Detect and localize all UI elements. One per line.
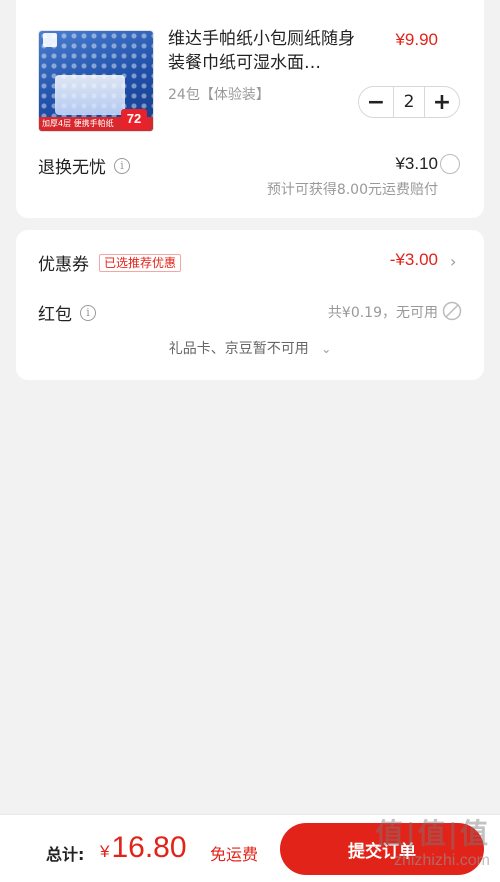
chevron-right-icon[interactable]: › [450, 254, 460, 270]
quantity-stepper: − 2 + [358, 86, 460, 118]
product-spec: 24包【体验装】 [168, 87, 270, 103]
info-icon[interactable]: i [80, 304, 96, 321]
info-icon[interactable]: i [114, 157, 130, 174]
thumbnail-count-badge: 72 [121, 109, 147, 129]
gift-card-row[interactable]: 礼品卡、京豆暂不可用 ⌄ [16, 338, 484, 358]
return-service-label: 退换无忧 [38, 158, 106, 178]
quantity-value[interactable]: 2 [393, 87, 425, 117]
product-price: ¥9.90 [395, 30, 438, 49]
red-packet-label: 红包 [38, 305, 72, 325]
checkout-bar: 总计: ¥ 16.80 免运费 提交订单 值|值|值 zhizhizhi.com [0, 814, 500, 882]
return-service-radio[interactable] [440, 154, 460, 174]
chevron-down-icon[interactable]: ⌄ [321, 342, 331, 356]
total-amount: ¥ 16.80 [100, 831, 187, 865]
free-shipping-label: 免运费 [210, 845, 259, 864]
coupon-value[interactable]: -¥3.00 [390, 250, 438, 270]
discount-card: 优惠券 已选推荐优惠 -¥3.00 › 红包 i 共¥0.19，无可用 礼品卡、… [16, 230, 484, 380]
product-thumbnail[interactable]: 加厚4层 便携手帕纸 72 [38, 30, 154, 132]
shipping-compensation-note: 预计可获得8.00元运费赔付 [266, 182, 438, 198]
brand-logo-icon [43, 33, 57, 47]
submit-order-button[interactable]: 提交订单 [280, 823, 484, 875]
currency-symbol: ¥ [100, 842, 110, 861]
coupon-row[interactable]: 优惠券 已选推荐优惠 [38, 250, 182, 275]
return-service-row: 退换无忧 i [38, 153, 130, 178]
red-packet-info: 共¥0.19，无可用 [327, 305, 438, 321]
product-card: 加厚4层 便携手帕纸 72 维达手帕纸小包厕纸随身装餐巾纸可湿水面… 24包【体… [16, 0, 484, 218]
red-packet-row: 红包 i [38, 300, 96, 325]
gift-card-text: 礼品卡、京豆暂不可用 [168, 341, 309, 357]
total-label: 总计: [46, 845, 85, 864]
coupon-recommended-tag: 已选推荐优惠 [99, 253, 182, 272]
tissue-pack-icon [55, 75, 125, 115]
decrease-quantity-button[interactable]: − [359, 87, 393, 117]
total-value: 16.80 [111, 831, 187, 864]
coupon-label: 优惠券 [38, 255, 89, 275]
product-title[interactable]: 维达手帕纸小包厕纸随身装餐巾纸可湿水面… [168, 27, 368, 75]
return-service-price: ¥3.10 [395, 154, 438, 173]
increase-quantity-button[interactable]: + [425, 87, 459, 117]
unavailable-icon [442, 301, 462, 321]
